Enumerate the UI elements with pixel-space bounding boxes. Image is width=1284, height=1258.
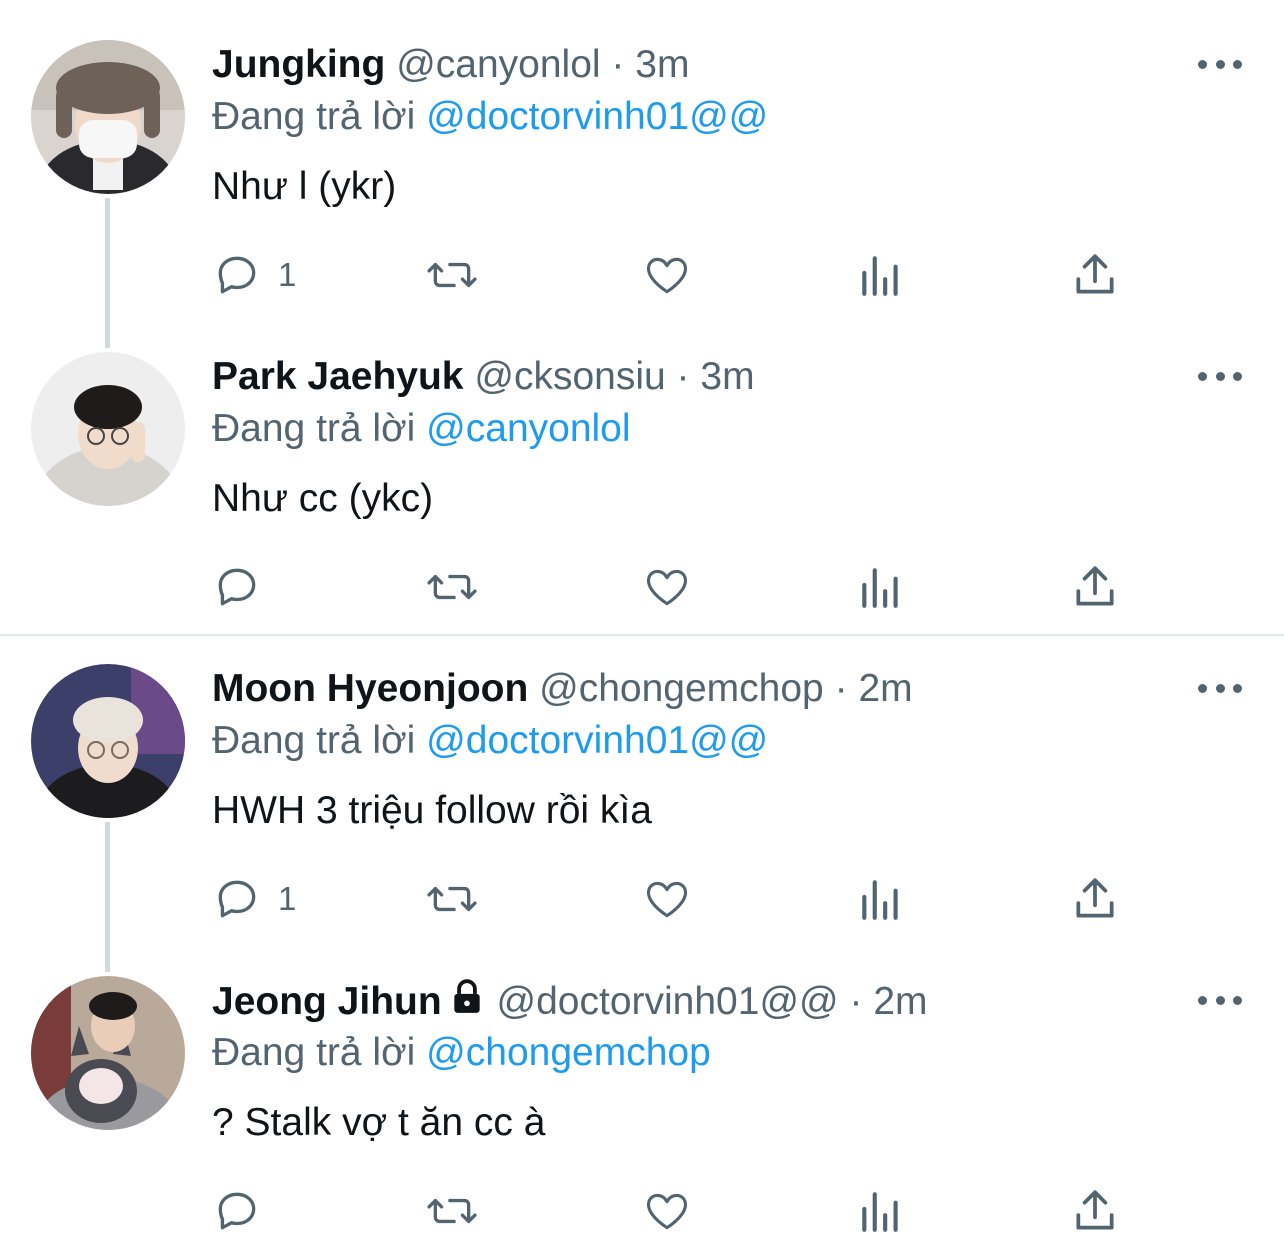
- display-name[interactable]: Jungking: [212, 43, 385, 86]
- tweet[interactable]: Jungking @canyonlol · 3m Đang trả lời @d…: [0, 0, 1284, 348]
- replying-to: Đang trả lời @doctorvinh01@@: [212, 94, 768, 140]
- separator: ·: [611, 43, 625, 86]
- share-icon: [1076, 878, 1114, 918]
- tweet-header: Jungking @canyonlol · 3m: [212, 42, 689, 88]
- reply-button[interactable]: [212, 1186, 278, 1236]
- tweet-header: Moon Hyeonjoon @chongemchop · 2m: [212, 666, 913, 712]
- share-icon: [1076, 1190, 1114, 1230]
- heart-icon: [646, 569, 688, 606]
- share-icon: [1076, 566, 1114, 606]
- retweet-icon: [427, 886, 477, 912]
- retweet-icon: [427, 574, 477, 600]
- tweet-header: Jeong Jihun @doctorvinh01@@ · 2m: [212, 978, 928, 1025]
- more-icon[interactable]: [1198, 988, 1242, 1012]
- handle[interactable]: @doctorvinh01@@: [497, 980, 839, 1023]
- display-name[interactable]: Park Jaehyuk: [212, 355, 464, 398]
- timestamp[interactable]: 3m: [700, 355, 754, 398]
- like-button[interactable]: [641, 562, 693, 612]
- replying-to: Đang trả lời @canyonlol: [212, 406, 631, 452]
- share-icon: [1076, 254, 1114, 294]
- retweet-icon: [427, 262, 477, 288]
- avatar[interactable]: [31, 352, 185, 506]
- replying-label: Đang trả lời: [212, 95, 416, 138]
- replying-mention[interactable]: @doctorvinh01@@: [426, 719, 768, 762]
- replying-mention[interactable]: @doctorvinh01@@: [426, 95, 768, 138]
- separator: ·: [834, 667, 848, 710]
- handle[interactable]: @cksonsiu: [474, 355, 665, 398]
- replying-to: Đang trả lời @doctorvinh01@@: [212, 718, 768, 764]
- analytics-icon: [862, 568, 898, 608]
- avatar[interactable]: [31, 976, 185, 1130]
- analytics-icon: [862, 1192, 898, 1232]
- timestamp[interactable]: 3m: [635, 43, 689, 86]
- heart-icon: [646, 881, 688, 918]
- heart-icon: [646, 257, 688, 294]
- retweet-button[interactable]: [424, 874, 480, 924]
- reply-button[interactable]: 1: [212, 874, 296, 924]
- display-name[interactable]: Jeong Jihun: [212, 980, 442, 1023]
- tweet[interactable]: Jeong Jihun @doctorvinh01@@ · 2m Đang tr…: [0, 936, 1284, 1248]
- retweet-button[interactable]: [424, 1186, 480, 1236]
- more-icon[interactable]: [1198, 364, 1242, 388]
- replying-label: Đang trả lời: [212, 1031, 416, 1074]
- more-icon[interactable]: [1198, 676, 1242, 700]
- handle[interactable]: @canyonlol: [396, 43, 600, 86]
- separator: ·: [676, 355, 690, 398]
- reply-count: 1: [278, 256, 297, 293]
- analytics-button[interactable]: [858, 250, 904, 300]
- heart-icon: [646, 1193, 688, 1230]
- timestamp[interactable]: 2m: [873, 980, 927, 1023]
- tweet-text: HWH 3 triệu follow rồi kìa: [212, 789, 652, 832]
- analytics-button[interactable]: [858, 1186, 904, 1236]
- tweet[interactable]: Moon Hyeonjoon @chongemchop · 2m Đang tr…: [0, 624, 1284, 972]
- more-icon[interactable]: [1198, 52, 1242, 76]
- tweet-header: Park Jaehyuk @cksonsiu · 3m: [212, 354, 755, 400]
- reply-icon: [218, 880, 256, 918]
- replying-to: Đang trả lời @chongemchop: [212, 1030, 711, 1076]
- reply-icon: [218, 256, 256, 294]
- separator: ·: [849, 980, 863, 1023]
- reply-count: 1: [278, 880, 297, 917]
- share-button[interactable]: [1072, 874, 1118, 924]
- like-button[interactable]: [641, 250, 693, 300]
- reply-icon: [218, 1192, 256, 1230]
- avatar[interactable]: [31, 40, 185, 194]
- replying-mention[interactable]: @canyonlol: [426, 407, 630, 450]
- lock-icon: [454, 979, 480, 1013]
- analytics-icon: [862, 256, 898, 296]
- retweet-button[interactable]: [424, 562, 480, 612]
- tweet-text: ? Stalk vợ t ăn cc à: [212, 1101, 546, 1144]
- replying-label: Đang trả lời: [212, 407, 416, 450]
- reply-button[interactable]: [212, 562, 278, 612]
- avatar[interactable]: [31, 664, 185, 818]
- share-button[interactable]: [1072, 1186, 1118, 1236]
- like-button[interactable]: [641, 874, 693, 924]
- reply-button[interactable]: 1: [212, 250, 296, 300]
- analytics-button[interactable]: [858, 874, 904, 924]
- timestamp[interactable]: 2m: [858, 667, 912, 710]
- display-name[interactable]: Moon Hyeonjoon: [212, 667, 528, 710]
- tweet-text: Như cc (ykc): [212, 477, 434, 520]
- retweet-button[interactable]: [424, 250, 480, 300]
- handle[interactable]: @chongemchop: [539, 667, 824, 710]
- share-button[interactable]: [1072, 250, 1118, 300]
- retweet-icon: [427, 1198, 477, 1224]
- reply-icon: [218, 568, 256, 606]
- replying-label: Đang trả lời: [212, 719, 416, 762]
- analytics-icon: [862, 880, 898, 920]
- analytics-button[interactable]: [858, 562, 904, 612]
- share-button[interactable]: [1072, 562, 1118, 612]
- like-button[interactable]: [641, 1186, 693, 1236]
- tweet-text: Như l (ykr): [212, 165, 397, 208]
- tweet[interactable]: Park Jaehyuk @cksonsiu · 3m Đang trả lời…: [0, 312, 1284, 624]
- replying-mention[interactable]: @chongemchop: [426, 1031, 711, 1074]
